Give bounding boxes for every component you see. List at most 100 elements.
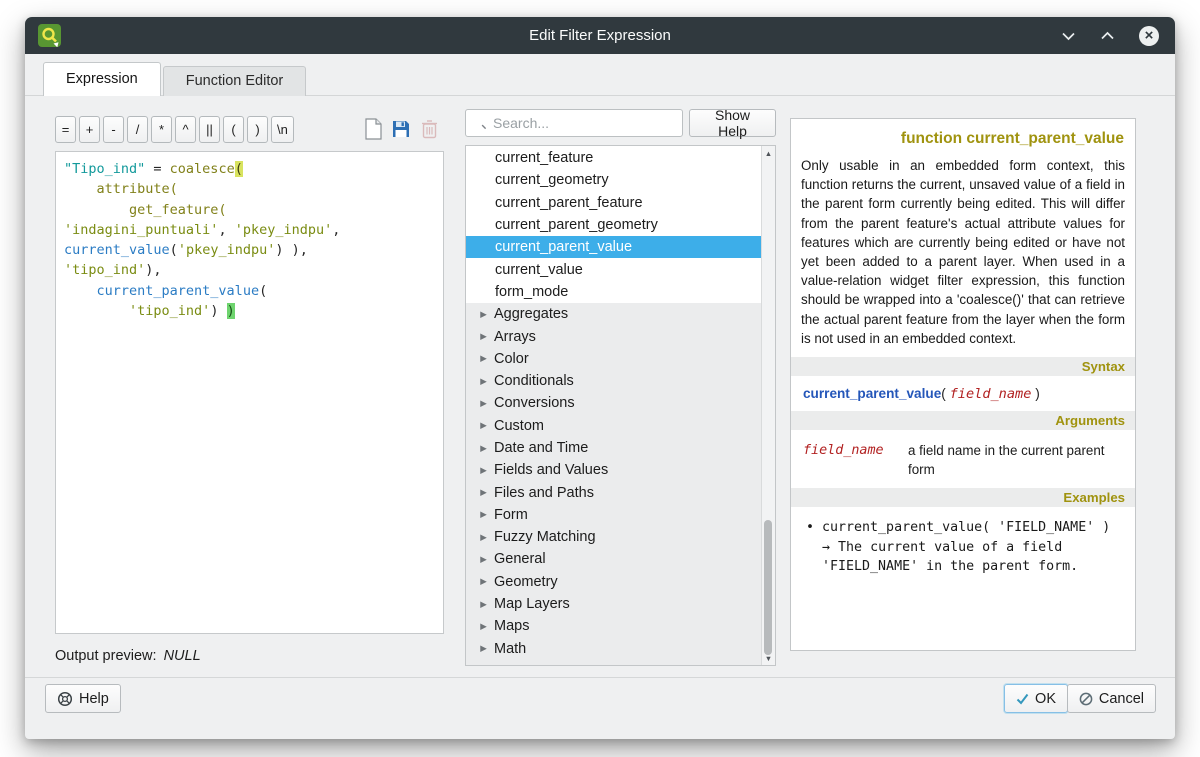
function-label: Math [494,641,526,657]
chevron-down-icon [1061,31,1076,41]
expand-arrow-icon[interactable]: ▶ [473,509,494,520]
function-group-item[interactable]: ▶Conversions [466,392,761,414]
expand-arrow-icon[interactable]: ▶ [473,376,494,387]
scroll-down-button[interactable]: ▼ [762,651,775,665]
expand-arrow-icon[interactable]: ▶ [473,487,494,498]
function-group-item[interactable]: ▶Geometry [466,571,761,593]
function-label: Map Layers [494,596,570,612]
expand-arrow-icon[interactable]: ▶ [473,532,494,543]
tab-function-editor[interactable]: Function Editor [163,66,307,96]
expression-file-actions [362,118,440,140]
function-item[interactable]: current_parent_feature [466,192,761,214]
expand-arrow-icon[interactable]: ▶ [473,665,494,666]
function-label: current_parent_geometry [495,217,658,233]
operator-button[interactable]: - [103,116,124,143]
function-label: current_feature [495,150,593,166]
function-item[interactable]: current_parent_value [466,236,761,258]
maximize-button[interactable] [1100,31,1115,41]
function-group-item[interactable]: ▶Files and Paths [466,481,761,503]
function-group-item[interactable]: ▶Conditionals [466,370,761,392]
check-icon [1016,693,1029,705]
function-list-scrollbar[interactable]: ▲ ▼ [761,146,775,665]
function-group-item[interactable]: ▶Map Layers [466,593,761,615]
function-item[interactable]: current_geometry [466,169,761,191]
operator-button[interactable]: * [151,116,172,143]
function-group-item[interactable]: ▶Maps [466,615,761,637]
function-group-item[interactable]: ▶General [466,548,761,570]
window-controls: × [1061,17,1159,54]
scroll-up-button[interactable]: ▲ [762,146,775,160]
operator-button[interactable]: + [79,116,100,143]
function-group-item[interactable]: ▶Fuzzy Matching [466,526,761,548]
arguments-header: Arguments [791,411,1135,430]
operator-button[interactable]: || [199,116,220,143]
minimize-button[interactable] [1061,31,1076,41]
syntax-header: Syntax [791,357,1135,376]
function-group-item[interactable]: ▶Fields and Values [466,459,761,481]
example-text: current_parent_value( 'FIELD_NAME' ) → T… [822,518,1123,577]
expand-arrow-icon[interactable]: ▶ [473,621,494,632]
close-icon: × [1145,28,1154,43]
output-preview: Output preview:NULL [55,648,201,664]
ok-button[interactable]: OK [1004,684,1068,713]
show-help-button[interactable]: Show Help [689,109,776,137]
expand-arrow-icon[interactable]: ▶ [473,420,494,431]
function-group-item[interactable]: ▶Color [466,348,761,370]
code-line: current_value('pkey_indpu') ), [64,240,435,260]
function-label: Custom [494,418,544,434]
screen: Edit Filter Expression × [0,0,1200,757]
expand-arrow-icon[interactable]: ▶ [473,554,494,565]
function-label: Arrays [494,329,536,345]
function-item[interactable]: current_feature [466,147,761,169]
operator-button[interactable]: ( [223,116,244,143]
operator-button[interactable]: / [127,116,148,143]
expand-arrow-icon[interactable]: ▶ [473,331,494,342]
tab-expression[interactable]: Expression [43,62,161,96]
search-icon [474,116,487,131]
function-label: General [494,551,546,567]
help-title: function current_parent_value [801,130,1124,148]
expand-arrow-icon[interactable]: ▶ [473,353,494,364]
example-item: • current_parent_value( 'FIELD_NAME' ) →… [806,518,1123,577]
operator-button[interactable]: ) [247,116,268,143]
function-label: Maps [494,618,529,634]
operator-button[interactable]: \n [271,116,294,143]
expression-editor[interactable]: "Tipo_ind" = coalesce( attribute( get_fe… [55,151,444,634]
function-group-item[interactable]: ▶Aggregates [466,303,761,325]
help-button[interactable]: Help [45,684,121,713]
chevron-up-icon [1100,31,1115,41]
expand-arrow-icon[interactable]: ▶ [473,576,494,587]
save-expression-button[interactable] [390,118,412,140]
expand-arrow-icon[interactable]: ▶ [473,643,494,654]
expand-arrow-icon[interactable]: ▶ [473,465,494,476]
expand-arrow-icon[interactable]: ▶ [473,443,494,454]
scrollbar-thumb[interactable] [764,520,772,655]
code-line: current_parent_value( [64,281,435,301]
function-item[interactable]: current_value [466,258,761,280]
code-line: "Tipo_ind" = coalesce( [64,159,435,179]
function-group-item[interactable]: ▶Math [466,638,761,660]
operator-button[interactable]: ^ [175,116,196,143]
search-input[interactable] [493,115,674,131]
expand-arrow-icon[interactable]: ▶ [473,599,494,610]
function-item[interactable]: current_parent_geometry [466,214,761,236]
help-icon [57,691,73,707]
function-label: Conditionals [494,373,574,389]
new-expression-button[interactable] [362,118,384,140]
operator-button[interactable]: = [55,116,76,143]
expand-arrow-icon[interactable]: ▶ [473,309,494,320]
function-group-item[interactable]: ▶Custom [466,415,761,437]
argument-description: a field name in the current parent form [908,441,1123,479]
cancel-button[interactable]: Cancel [1067,684,1156,713]
function-item[interactable]: form_mode [466,281,761,303]
new-file-icon [364,118,383,140]
function-label: Form [494,507,528,523]
function-group-item[interactable]: ▶Operators [466,660,761,666]
expand-arrow-icon[interactable]: ▶ [473,398,494,409]
function-group-item[interactable]: ▶Form [466,504,761,526]
titlebar[interactable]: Edit Filter Expression × [25,17,1175,54]
delete-expression-button[interactable] [418,118,440,140]
function-group-item[interactable]: ▶Arrays [466,325,761,347]
close-button[interactable]: × [1139,26,1159,46]
function-group-item[interactable]: ▶Date and Time [466,437,761,459]
